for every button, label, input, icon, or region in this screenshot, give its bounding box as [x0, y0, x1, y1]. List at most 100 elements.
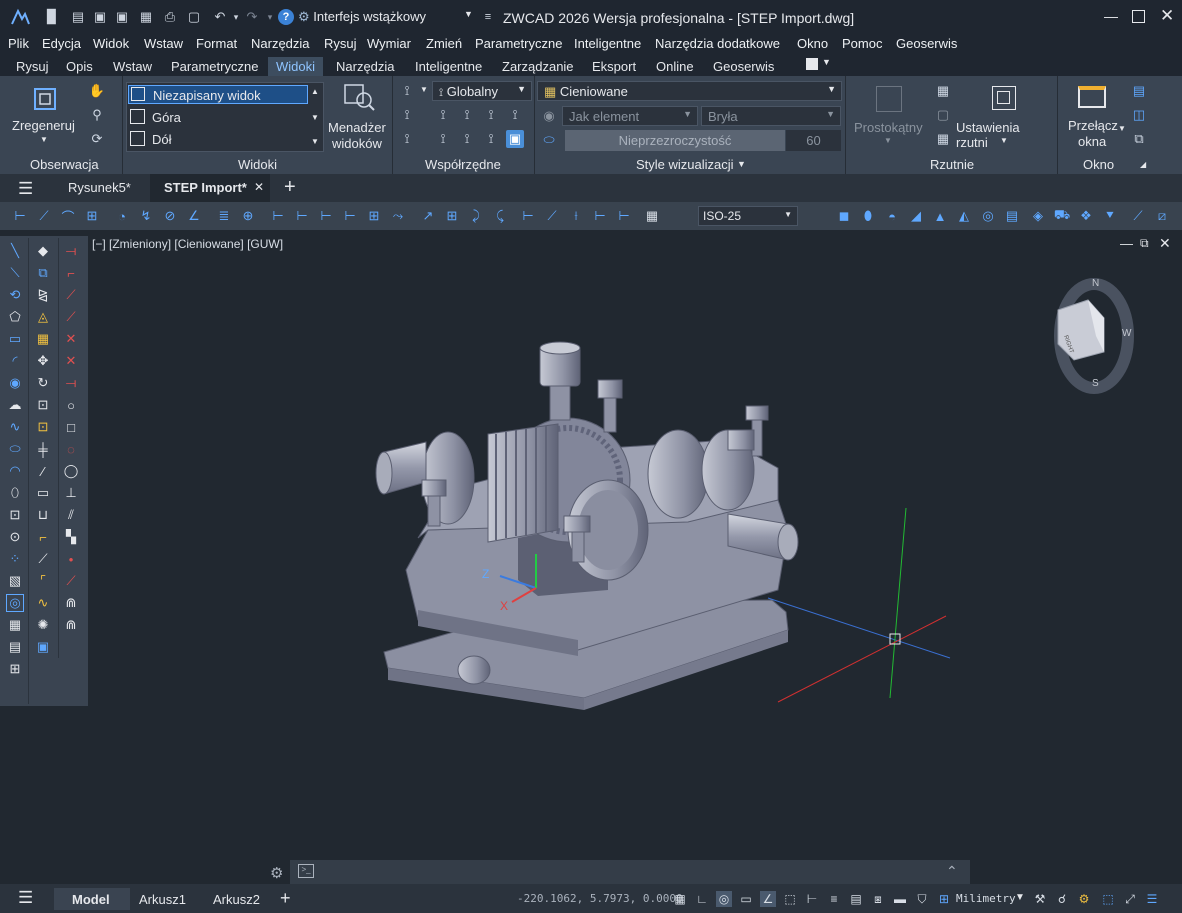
extend-icon[interactable]: ⁄ [34, 462, 52, 480]
ucs-icon[interactable]: ⟟ [398, 82, 416, 100]
gearbox-3d-model[interactable]: Z X [88, 230, 1182, 858]
transparency-slider[interactable]: Nieprzezroczystość [565, 130, 785, 151]
wedge-icon[interactable]: ◢ [908, 208, 924, 224]
polar-icon[interactable]: ▭ [738, 891, 754, 907]
viewport-settings-button[interactable]: Ustawienia rzutni ▼ [954, 82, 1054, 152]
lineweight-icon[interactable]: ≡ [826, 891, 842, 907]
dim-reassoc-icon[interactable]: ⟊ [568, 208, 584, 224]
mirror-icon[interactable]: ⧎ [34, 286, 52, 304]
snap-node-icon[interactable]: • [62, 550, 80, 568]
views-list[interactable]: Niezapisany widok Góra Dół ▲ ▼ ▼ [126, 82, 324, 152]
expand-icon[interactable]: ▼ [311, 137, 319, 146]
ucs-object-icon[interactable]: ⟟ [434, 130, 452, 148]
gear-icon[interactable]: ⚙ [270, 864, 283, 882]
snap-cross-icon[interactable]: ✕ [62, 352, 80, 370]
transparency-toggle-icon[interactable]: ▤ [848, 891, 864, 907]
units-value[interactable]: Milimetry [956, 892, 1016, 905]
sphere-icon[interactable]: ◓ [884, 208, 900, 224]
tab-wstaw[interactable]: Wstaw [105, 57, 160, 76]
snap-endpoint-icon[interactable]: ⟞ [62, 242, 80, 260]
presspull-icon[interactable]: ⯆ [1102, 208, 1118, 224]
snap-apparent-icon[interactable]: ⟋ [62, 308, 80, 326]
trim-icon[interactable]: ╪ [34, 440, 52, 458]
tile-vertical-icon[interactable]: ◫ [1130, 106, 1148, 124]
dim-quick-icon[interactable]: ≣ [216, 208, 232, 224]
menu-rysuj[interactable]: Rysuj [324, 36, 357, 51]
menu-edycja[interactable]: Edycja [42, 36, 81, 51]
ucs-3point-icon[interactable]: ⟟ [398, 130, 416, 148]
tab-rysuj[interactable]: Rysuj [8, 57, 57, 76]
annotation-icon[interactable]: ▬ [892, 891, 908, 907]
transparency-icon[interactable]: ⬭ [540, 131, 558, 149]
line-icon[interactable]: ╲ [6, 242, 24, 260]
dim-linear-icon[interactable]: ⊢ [12, 208, 28, 224]
view-manager-button[interactable]: Menadżer widoków [328, 82, 390, 152]
tab-geoserwis[interactable]: Geoserwis [705, 57, 782, 76]
snap-intersection-icon[interactable]: ⟋ [62, 286, 80, 304]
units-icon[interactable]: ⊞ [936, 891, 952, 907]
dim-continue-icon[interactable]: ⊢ [294, 208, 310, 224]
ellipse-icon[interactable]: ⬭ [6, 440, 24, 458]
add-layout-icon[interactable]: + [280, 888, 291, 909]
redo-icon[interactable]: ↷ [244, 9, 260, 25]
menu-geoserwis[interactable]: Geoserwis [896, 36, 957, 51]
snap-insert-icon[interactable]: ▚ [62, 528, 80, 546]
region-icon[interactable]: ◎ [6, 594, 24, 612]
otrack-icon[interactable]: ⬚ [782, 891, 798, 907]
ucs-x-icon[interactable]: ⟟ [434, 106, 452, 124]
menu-icon[interactable]: ☰ [18, 888, 33, 908]
copy-icon[interactable]: ⧉ [34, 264, 52, 282]
erase-icon[interactable]: ◆ [34, 242, 52, 260]
print-icon[interactable]: ⎙ [162, 9, 178, 25]
torus-icon[interactable]: ◎ [980, 208, 996, 224]
doc-tab[interactable]: Rysunek5* [56, 174, 146, 202]
maximize-icon[interactable] [1132, 10, 1145, 23]
tolerance-frame-icon[interactable]: ⊞ [444, 208, 460, 224]
pyramid-icon[interactable]: ◭ [956, 208, 972, 224]
redo-dropdown-icon[interactable]: ▾ [262, 9, 278, 25]
zoom-icon[interactable]: ⚲ [88, 106, 106, 124]
insert-block-icon[interactable]: ⬯ [6, 484, 24, 502]
help-icon[interactable]: ? [278, 9, 294, 25]
offset-icon[interactable]: ◬ [34, 308, 52, 326]
sweep-icon[interactable]: ⛟ [1054, 207, 1070, 224]
snap-center-icon[interactable]: ○ [62, 396, 80, 414]
tab-narzedzia[interactable]: Narzędzia [328, 57, 403, 76]
menu-okno[interactable]: Okno [797, 36, 828, 51]
dim-oblique-icon[interactable]: ⟋ [544, 208, 560, 224]
annotation-scale-icon[interactable]: ⛉ [914, 891, 930, 907]
menu-inteligentne[interactable]: Inteligentne [574, 36, 641, 51]
scroll-down-icon[interactable]: ▼ [311, 113, 319, 122]
loft-icon[interactable]: ❖ [1078, 208, 1094, 224]
command-line[interactable]: >_ ⌃ [290, 860, 970, 884]
regen-button[interactable]: Zregeneruj ▼ [10, 84, 80, 150]
array-icon[interactable]: ▦ [34, 330, 52, 348]
visual-style-select[interactable]: ▦ Cieniowane ▼ [537, 81, 842, 101]
ellipse-arc-icon[interactable]: ◠ [6, 462, 24, 480]
close-icon[interactable]: ✕ [1160, 6, 1174, 26]
dim-override-icon[interactable]: ⊢ [592, 208, 608, 224]
snap-geocenter-icon[interactable]: ◯ [62, 462, 80, 480]
explode-icon[interactable]: ✺ [34, 616, 52, 634]
move-icon[interactable]: ✥ [34, 352, 52, 370]
viewport-join-icon[interactable]: ▦ [934, 130, 952, 148]
snap-none-icon[interactable]: ⋒ [62, 594, 80, 612]
spline-icon[interactable]: ∿ [6, 418, 24, 436]
tab-parametryczne[interactable]: Parametryczne [163, 57, 266, 76]
mtext-icon[interactable]: ▤ [6, 638, 24, 656]
save-icon[interactable]: ▣ [92, 9, 108, 25]
orbit-icon[interactable]: ⟳ [88, 130, 106, 148]
polygon-icon[interactable]: ⬠ [6, 308, 24, 326]
chevron-up-icon[interactable]: ⌃ [946, 863, 958, 880]
dim-tolerance-icon[interactable]: ⊞ [366, 208, 382, 224]
save-as-icon[interactable]: ▣ [114, 9, 130, 25]
rectangle-icon[interactable]: ▭ [6, 330, 24, 348]
tile-horizontal-icon[interactable]: ▤ [1130, 82, 1148, 100]
ucs-y-icon[interactable]: ⟟ [458, 106, 476, 124]
transparency-value[interactable]: 60 [786, 130, 841, 151]
layout-tab-arkusz1[interactable]: Arkusz1 [139, 892, 186, 907]
new-file-icon[interactable]: ▉ [44, 9, 60, 25]
dim-jog-line-icon[interactable]: ⊢ [616, 208, 632, 224]
slice-icon[interactable]: ⧄ [1154, 208, 1170, 224]
snap-extension-icon[interactable]: ✕ [62, 330, 80, 348]
